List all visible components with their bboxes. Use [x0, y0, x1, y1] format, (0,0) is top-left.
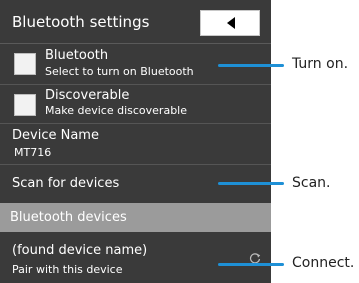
divider	[0, 84, 271, 85]
phone-screen: Bluetooth settings Bluetooth Select to t…	[0, 0, 271, 283]
callout-connect: Connect.	[292, 255, 355, 271]
callout-scan: Scan.	[292, 175, 331, 191]
device-name-value: MT716	[14, 146, 52, 159]
back-button[interactable]	[200, 10, 260, 36]
divider	[0, 164, 271, 165]
divider	[0, 123, 271, 124]
bluetooth-title: Bluetooth	[45, 48, 109, 63]
back-triangle-icon	[227, 17, 235, 29]
callout-turn-on: Turn on.	[292, 56, 349, 72]
bluetooth-checkbox[interactable]	[14, 53, 36, 75]
discoverable-checkbox[interactable]	[14, 94, 36, 116]
header-bar: Bluetooth settings	[0, 0, 271, 44]
callout-line-connect	[218, 263, 284, 266]
callout-line-turn-on	[218, 64, 284, 67]
discoverable-subtitle: Make device discoverable	[45, 104, 187, 117]
section-header: Bluetooth devices	[0, 203, 271, 232]
bluetooth-subtitle: Select to turn on Bluetooth	[45, 65, 194, 78]
callout-line-scan	[218, 182, 284, 185]
discoverable-title: Discoverable	[45, 88, 130, 103]
device-name: (found device name)	[12, 243, 148, 258]
device-name-title: Device Name	[12, 128, 99, 143]
section-title: Bluetooth devices	[10, 210, 127, 225]
scan-label: Scan for devices	[12, 176, 120, 191]
page-title: Bluetooth settings	[12, 13, 150, 31]
pair-action: Pair with this device	[12, 263, 123, 276]
